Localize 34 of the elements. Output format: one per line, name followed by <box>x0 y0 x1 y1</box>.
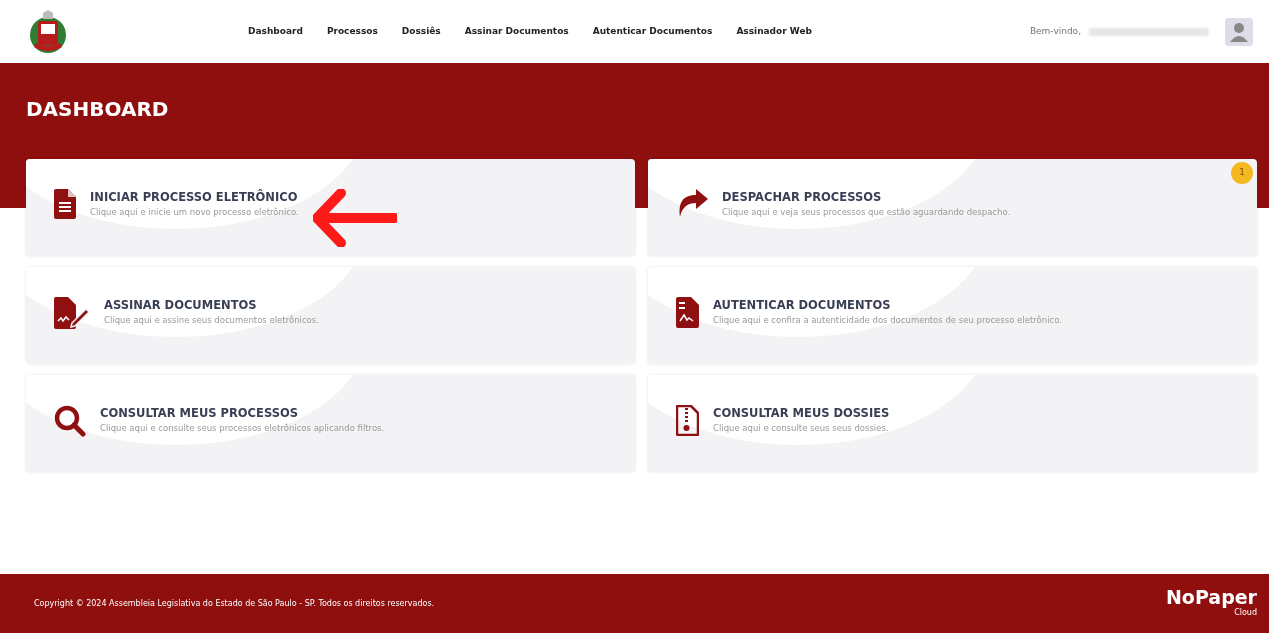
search-icon <box>54 405 86 437</box>
document-pen-icon <box>54 297 90 329</box>
card-title: INICIAR PROCESSO ELETRÔNICO <box>90 189 299 206</box>
nav-link[interactable]: Dashboard <box>248 24 303 39</box>
card-description: Clique aqui e inicie um novo processo eletrônico. <box>90 206 299 219</box>
welcome-text: Bem-vindo, <box>1029 24 1081 38</box>
dashboard-card[interactable]: INICIAR PROCESSO ELETRÔNICO Clique aqui e inicie um novo processo eletrônico. <box>26 159 635 256</box>
nav-link[interactable]: Autenticar Documentos <box>592 24 713 39</box>
nav-link[interactable]: Assinar Documentos <box>464 24 569 39</box>
nav-link[interactable]: Assinador Web <box>736 24 812 39</box>
card-title: CONSULTAR MEUS PROCESSOS <box>100 405 299 422</box>
copyright-text: Copyright © 2024 Assembleia Legislativa do Estado de São Paulo - SP. Todos os direitos reservados. <box>34 597 435 610</box>
zip-file-icon <box>676 405 699 436</box>
dashboard-card[interactable]: CONSULTAR MEUS PROCESSOS Clique aqui e consulte seus processos eletrônicos aplicando filtros. <box>26 375 635 472</box>
card-description: Clique aqui e consulte seus processos eletrônicos aplicando filtros. <box>100 422 385 435</box>
certificate-document-icon <box>676 297 699 328</box>
card-description: Clique aqui e consulte seus seus dossies. <box>713 422 890 435</box>
dashboard-card[interactable]: AUTENTICAR DOCUMENTOS Clique aqui e confira a autenticidade dos documentos de seu processo eletrônico. <box>648 267 1257 364</box>
nav-link[interactable]: Dossiês <box>401 24 441 39</box>
card-description: Clique aqui e veja seus processos que estão aguardando despacho. <box>722 206 1011 219</box>
dashboard-card[interactable]: DESPACHAR PROCESSOS Clique aqui e veja seus processos que estão aguardando despacho. 1 <box>648 159 1257 256</box>
dashboard-card[interactable]: ASSINAR DOCUMENTOS Clique aqui e assine seus documentos eletrônicos. <box>26 267 635 364</box>
card-description: Clique aqui e confira a autenticidade dos documentos de seu processo eletrônico. <box>713 314 1062 327</box>
card-description: Clique aqui e assine seus documentos eletrônicos. <box>104 314 319 327</box>
card-title: ASSINAR DOCUMENTOS <box>104 297 258 314</box>
nav-link[interactable]: Processos <box>326 24 378 39</box>
notification-badge: 1 <box>1231 162 1253 184</box>
brand-logo-subtitle: Cloud <box>1234 608 1257 619</box>
card-title: CONSULTAR MEUS DOSSIES <box>713 405 890 422</box>
card-title: AUTENTICAR DOCUMENTOS <box>713 297 892 314</box>
card-title: DESPACHAR PROCESSOS <box>722 189 883 206</box>
page-title: DASHBOARD <box>26 97 170 121</box>
dashboard-card[interactable]: CONSULTAR MEUS DOSSIES Clique aqui e consulte seus seus dossies. <box>648 375 1257 472</box>
document-icon <box>54 189 76 219</box>
